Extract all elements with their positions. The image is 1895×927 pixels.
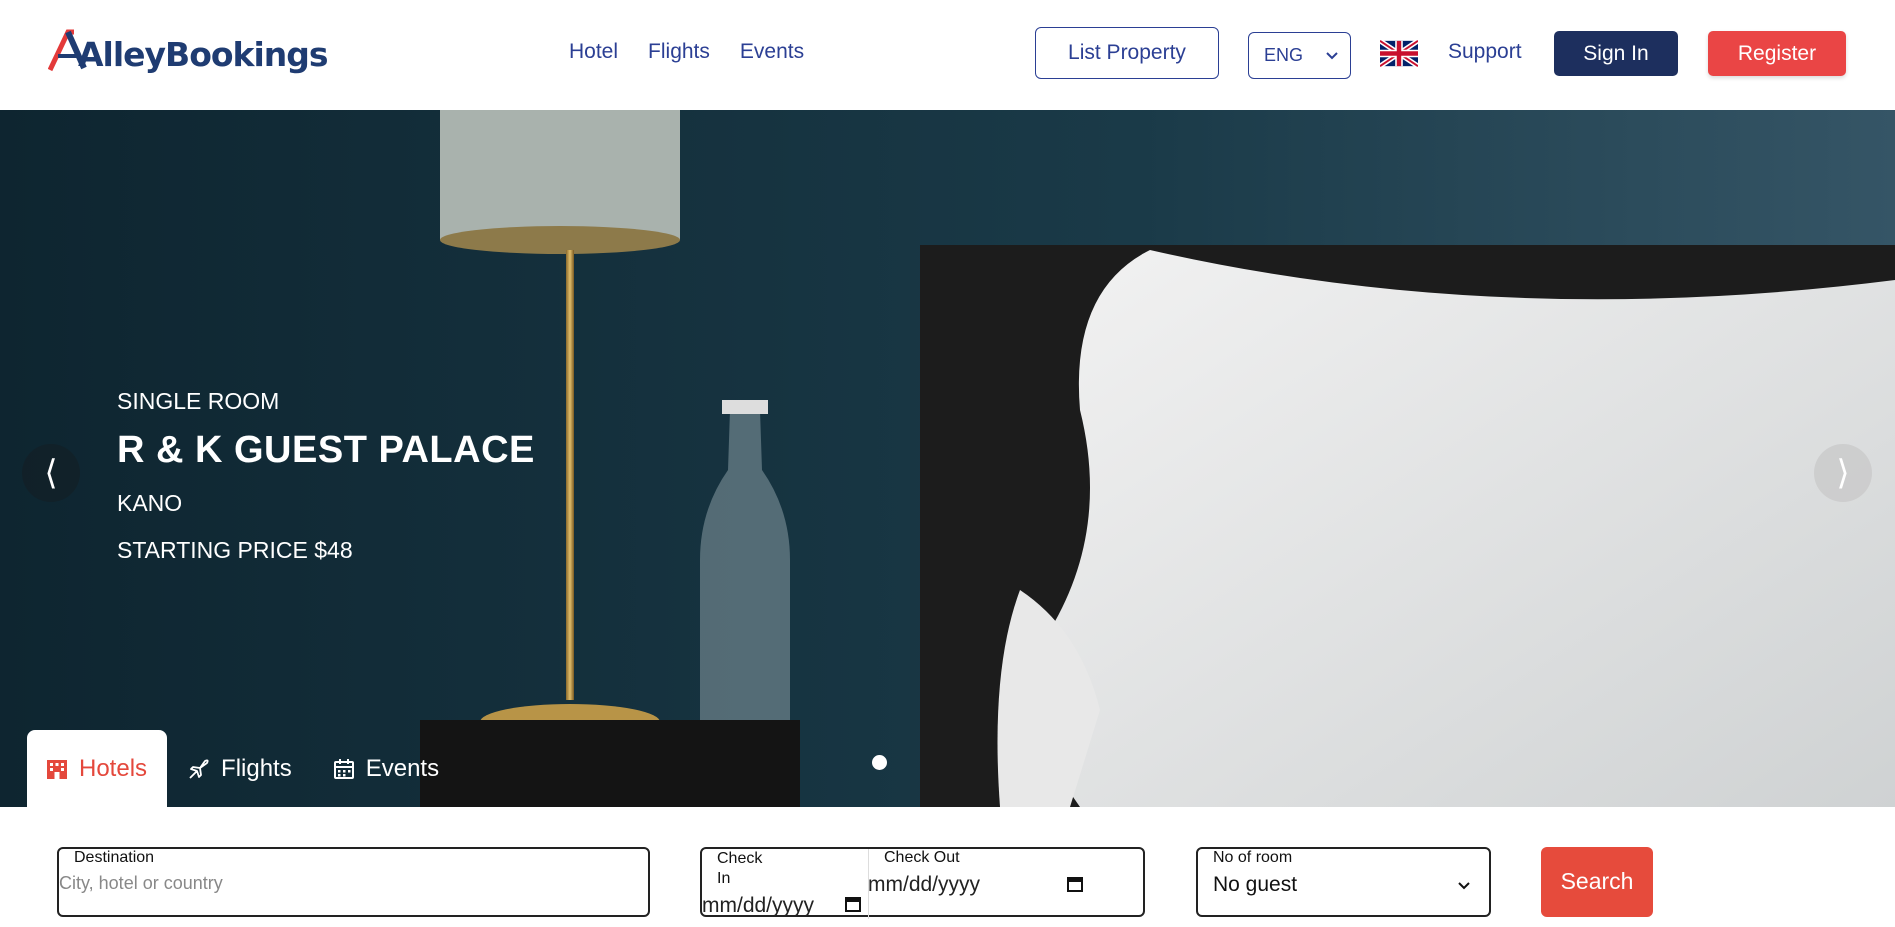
check-in-label: Check In	[717, 850, 763, 887]
calendar-picker-icon[interactable]	[1066, 875, 1084, 893]
tab-flights-label: Flights	[221, 754, 292, 782]
starting-price: STARTING PRICE $48	[117, 537, 353, 563]
nav-flights[interactable]: Flights	[648, 40, 710, 64]
hero-caption: SINGLE ROOM R & K GUEST PALACE KANO STAR…	[117, 388, 535, 564]
chevron-down-icon	[1326, 51, 1338, 59]
hotel-city: KANO	[117, 490, 183, 516]
list-property-button[interactable]: List Property	[1035, 27, 1219, 79]
destination-field[interactable]: Destination	[57, 847, 650, 917]
logo-text: AlleyBookings	[78, 34, 329, 74]
check-out-label: Check Out	[884, 849, 960, 866]
nav-hotel[interactable]: Hotel	[569, 40, 618, 64]
nav-events[interactable]: Events	[740, 40, 804, 64]
alleybookings-logo[interactable]: AlleyBookings	[48, 26, 329, 82]
hotel-icon	[47, 759, 67, 779]
hero-carousel: SINGLE ROOM R & K GUEST PALACE KANO STAR…	[0, 110, 1895, 807]
uk-flag-icon[interactable]	[1380, 40, 1418, 67]
rooms-label: No of room	[1213, 849, 1293, 866]
chevron-right-icon: ⟩	[1836, 453, 1850, 493]
date-range-field[interactable]: Check In mm/dd/yyyy Check Out mm/dd/yyyy	[700, 847, 1145, 919]
tab-hotels[interactable]: Hotels	[27, 730, 168, 807]
rooms-value: No guest	[1213, 873, 1298, 896]
language-select[interactable]: ENG	[1248, 32, 1351, 79]
search-button[interactable]: Search	[1541, 847, 1653, 917]
chevron-left-icon: ⟨	[44, 453, 58, 493]
register-button[interactable]: Register	[1708, 31, 1846, 76]
tab-events[interactable]: Events	[312, 730, 459, 807]
calendar-picker-icon[interactable]	[844, 895, 862, 913]
destination-input[interactable]	[59, 873, 559, 894]
support-link[interactable]: Support	[1448, 40, 1522, 64]
language-value: ENG	[1264, 45, 1304, 65]
plane-icon	[189, 758, 209, 779]
carousel-indicator-dot[interactable]	[872, 755, 887, 770]
hotel-name: R & K GUEST PALACE	[117, 429, 535, 471]
check-in-input[interactable]: mm/dd/yyyy	[702, 894, 814, 918]
tab-hotels-label: Hotels	[79, 754, 148, 782]
main-nav: Hotel Flights Events	[569, 40, 804, 64]
tab-events-label: Events	[365, 754, 440, 782]
sign-in-button[interactable]: Sign In	[1554, 31, 1678, 76]
rooms-select[interactable]: No of room No guest	[1196, 847, 1491, 917]
site-header: AlleyBookings Hotel Flights Events List …	[0, 0, 1895, 110]
chevron-down-icon	[1458, 882, 1470, 890]
carousel-prev-button[interactable]: ⟨	[22, 444, 80, 502]
destination-label: Destination	[74, 849, 155, 866]
carousel-next-button[interactable]: ⟩	[1814, 444, 1872, 502]
room-type: SINGLE ROOM	[117, 388, 280, 414]
calendar-icon	[333, 758, 354, 779]
search-tabs: Hotels Flights Events	[27, 730, 459, 807]
check-out-input[interactable]: mm/dd/yyyy	[868, 873, 980, 897]
tab-flights[interactable]: Flights	[167, 730, 312, 807]
